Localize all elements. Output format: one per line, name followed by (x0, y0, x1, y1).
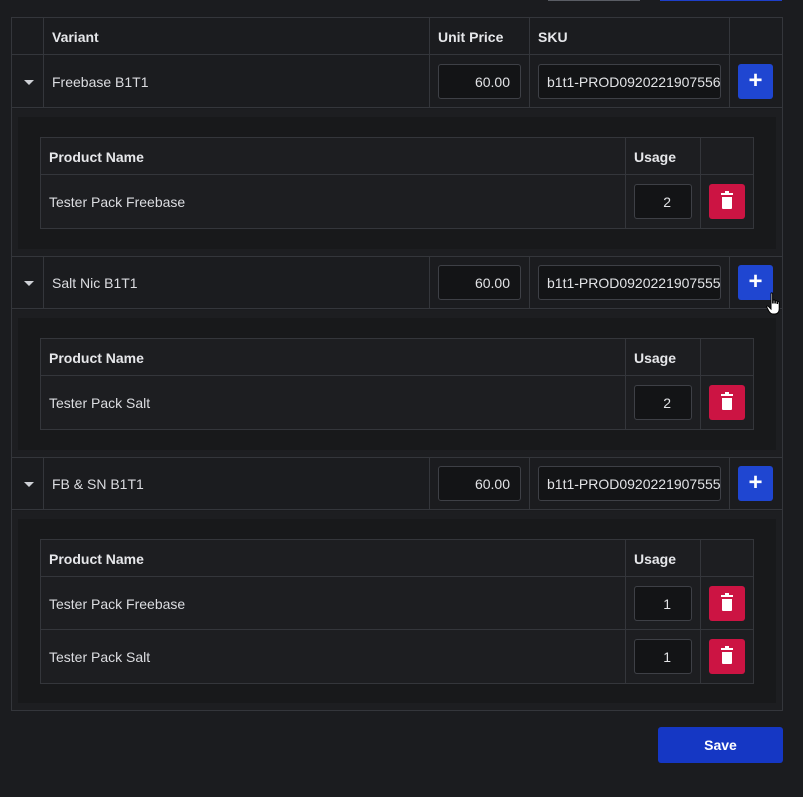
save-button[interactable]: Save (658, 727, 783, 763)
product-name: Tester Pack Freebase (41, 577, 626, 629)
delete-product-button[interactable] (709, 586, 745, 621)
unit-price-input[interactable]: 60.00 (438, 64, 521, 99)
products-table: Product Name Usage Tester Pack Salt 2 (40, 338, 754, 430)
header-product-actions (701, 540, 753, 576)
unit-price-cell: 60.00 (430, 457, 530, 510)
product-row: Tester Pack Salt 1 (41, 630, 753, 683)
usage-cell: 2 (626, 376, 701, 429)
product-row: Tester Pack Freebase 2 (41, 175, 753, 228)
products-panel-inner: Product Name Usage Tester Pack Salt 2 (18, 318, 776, 450)
plus-icon[interactable]: + (748, 67, 762, 94)
header-product-actions (701, 339, 753, 375)
usage-cell: 1 (626, 577, 701, 629)
usage-cell: 2 (626, 175, 701, 228)
header-sku: SKU (530, 18, 730, 55)
sku-cell: b1t1-PROD09202219075557099 (530, 457, 730, 510)
product-row: Tester Pack Salt 2 (41, 376, 753, 429)
expand-toggle[interactable] (12, 256, 44, 309)
trash-icon[interactable] (721, 593, 733, 611)
header-unit-price: Unit Price (430, 18, 530, 55)
variant-name: FB & SN B1T1 (44, 457, 430, 510)
variants-table-header: Variant Unit Price SKU (12, 18, 782, 55)
products-panel-inner: Product Name Usage Tester Pack Freebase … (18, 117, 776, 249)
variant-row: Freebase B1T1 60.00 b1t1-PROD09202219075… (12, 55, 782, 108)
caret-down-icon[interactable] (24, 80, 34, 85)
usage-input[interactable]: 1 (634, 639, 692, 674)
header-product-actions (701, 138, 753, 174)
product-actions-cell (701, 577, 753, 629)
plus-icon[interactable]: + (748, 469, 762, 496)
variant-products-panel: Product Name Usage Tester Pack Freebase … (12, 109, 782, 257)
actions-cell: + (730, 55, 782, 108)
variants-table: Variant Unit Price SKU Freebase B1T1 60.… (11, 17, 783, 711)
variant-products-panel: Product Name Usage Tester Pack Salt 2 (12, 310, 782, 458)
header-usage: Usage (626, 339, 701, 375)
header-usage: Usage (626, 138, 701, 174)
plus-icon[interactable]: + (748, 268, 762, 295)
product-actions-cell (701, 630, 753, 683)
products-table: Product Name Usage Tester Pack Freebase … (40, 137, 754, 229)
expand-toggle[interactable] (12, 457, 44, 510)
product-actions-cell (701, 175, 753, 228)
header-expand-col (12, 18, 44, 55)
header-product-name: Product Name (41, 540, 626, 576)
header-product-name: Product Name (41, 339, 626, 375)
trash-icon[interactable] (721, 191, 733, 209)
products-table-header: Product Name Usage (41, 339, 753, 376)
sku-input[interactable]: b1t1-PROD09202219075557066 (538, 265, 721, 300)
sku-cell: b1t1-PROD09202219075557066 (530, 256, 730, 309)
products-panel-inner: Product Name Usage Tester Pack Freebase … (18, 519, 776, 703)
product-name: Tester Pack Salt (41, 630, 626, 683)
usage-cell: 1 (626, 630, 701, 683)
top-secondary-button-edge (548, 0, 640, 1)
trash-icon[interactable] (721, 646, 733, 664)
sku-input[interactable]: b1t1-PROD09202219075561033 (538, 64, 721, 99)
add-product-button[interactable]: + (738, 466, 773, 501)
product-actions-cell (701, 376, 753, 429)
usage-input[interactable]: 2 (634, 385, 692, 420)
header-usage: Usage (626, 540, 701, 576)
delete-product-button[interactable] (709, 184, 745, 219)
header-actions-col (730, 18, 782, 55)
actions-cell: + (730, 457, 782, 510)
unit-price-cell: 60.00 (430, 256, 530, 309)
sku-cell: b1t1-PROD09202219075561033 (530, 55, 730, 108)
caret-down-icon[interactable] (24, 482, 34, 487)
header-product-name: Product Name (41, 138, 626, 174)
variant-row: Salt Nic B1T1 60.00 b1t1-PROD09202219075… (12, 256, 782, 309)
expand-toggle[interactable] (12, 55, 44, 108)
products-table-header: Product Name Usage (41, 138, 753, 175)
hand-cursor-icon (766, 292, 780, 315)
sku-input[interactable]: b1t1-PROD09202219075557099 (538, 466, 721, 501)
product-name: Tester Pack Salt (41, 376, 626, 429)
trash-icon[interactable] (721, 392, 733, 410)
unit-price-cell: 60.00 (430, 55, 530, 108)
unit-price-input[interactable]: 60.00 (438, 466, 521, 501)
top-primary-button-edge (660, 0, 782, 1)
add-product-button[interactable]: + (738, 64, 773, 99)
product-name: Tester Pack Freebase (41, 175, 626, 228)
variant-row: FB & SN B1T1 60.00 b1t1-PROD092022190755… (12, 457, 782, 510)
product-row: Tester Pack Freebase 1 (41, 577, 753, 630)
products-table: Product Name Usage Tester Pack Freebase … (40, 539, 754, 684)
delete-product-button[interactable] (709, 639, 745, 674)
delete-product-button[interactable] (709, 385, 745, 420)
variant-name: Freebase B1T1 (44, 55, 430, 108)
header-variant: Variant (44, 18, 430, 55)
products-table-header: Product Name Usage (41, 540, 753, 577)
caret-down-icon[interactable] (24, 281, 34, 286)
usage-input[interactable]: 2 (634, 184, 692, 219)
usage-input[interactable]: 1 (634, 586, 692, 621)
variant-name: Salt Nic B1T1 (44, 256, 430, 309)
unit-price-input[interactable]: 60.00 (438, 265, 521, 300)
variant-products-panel: Product Name Usage Tester Pack Freebase … (12, 511, 782, 710)
